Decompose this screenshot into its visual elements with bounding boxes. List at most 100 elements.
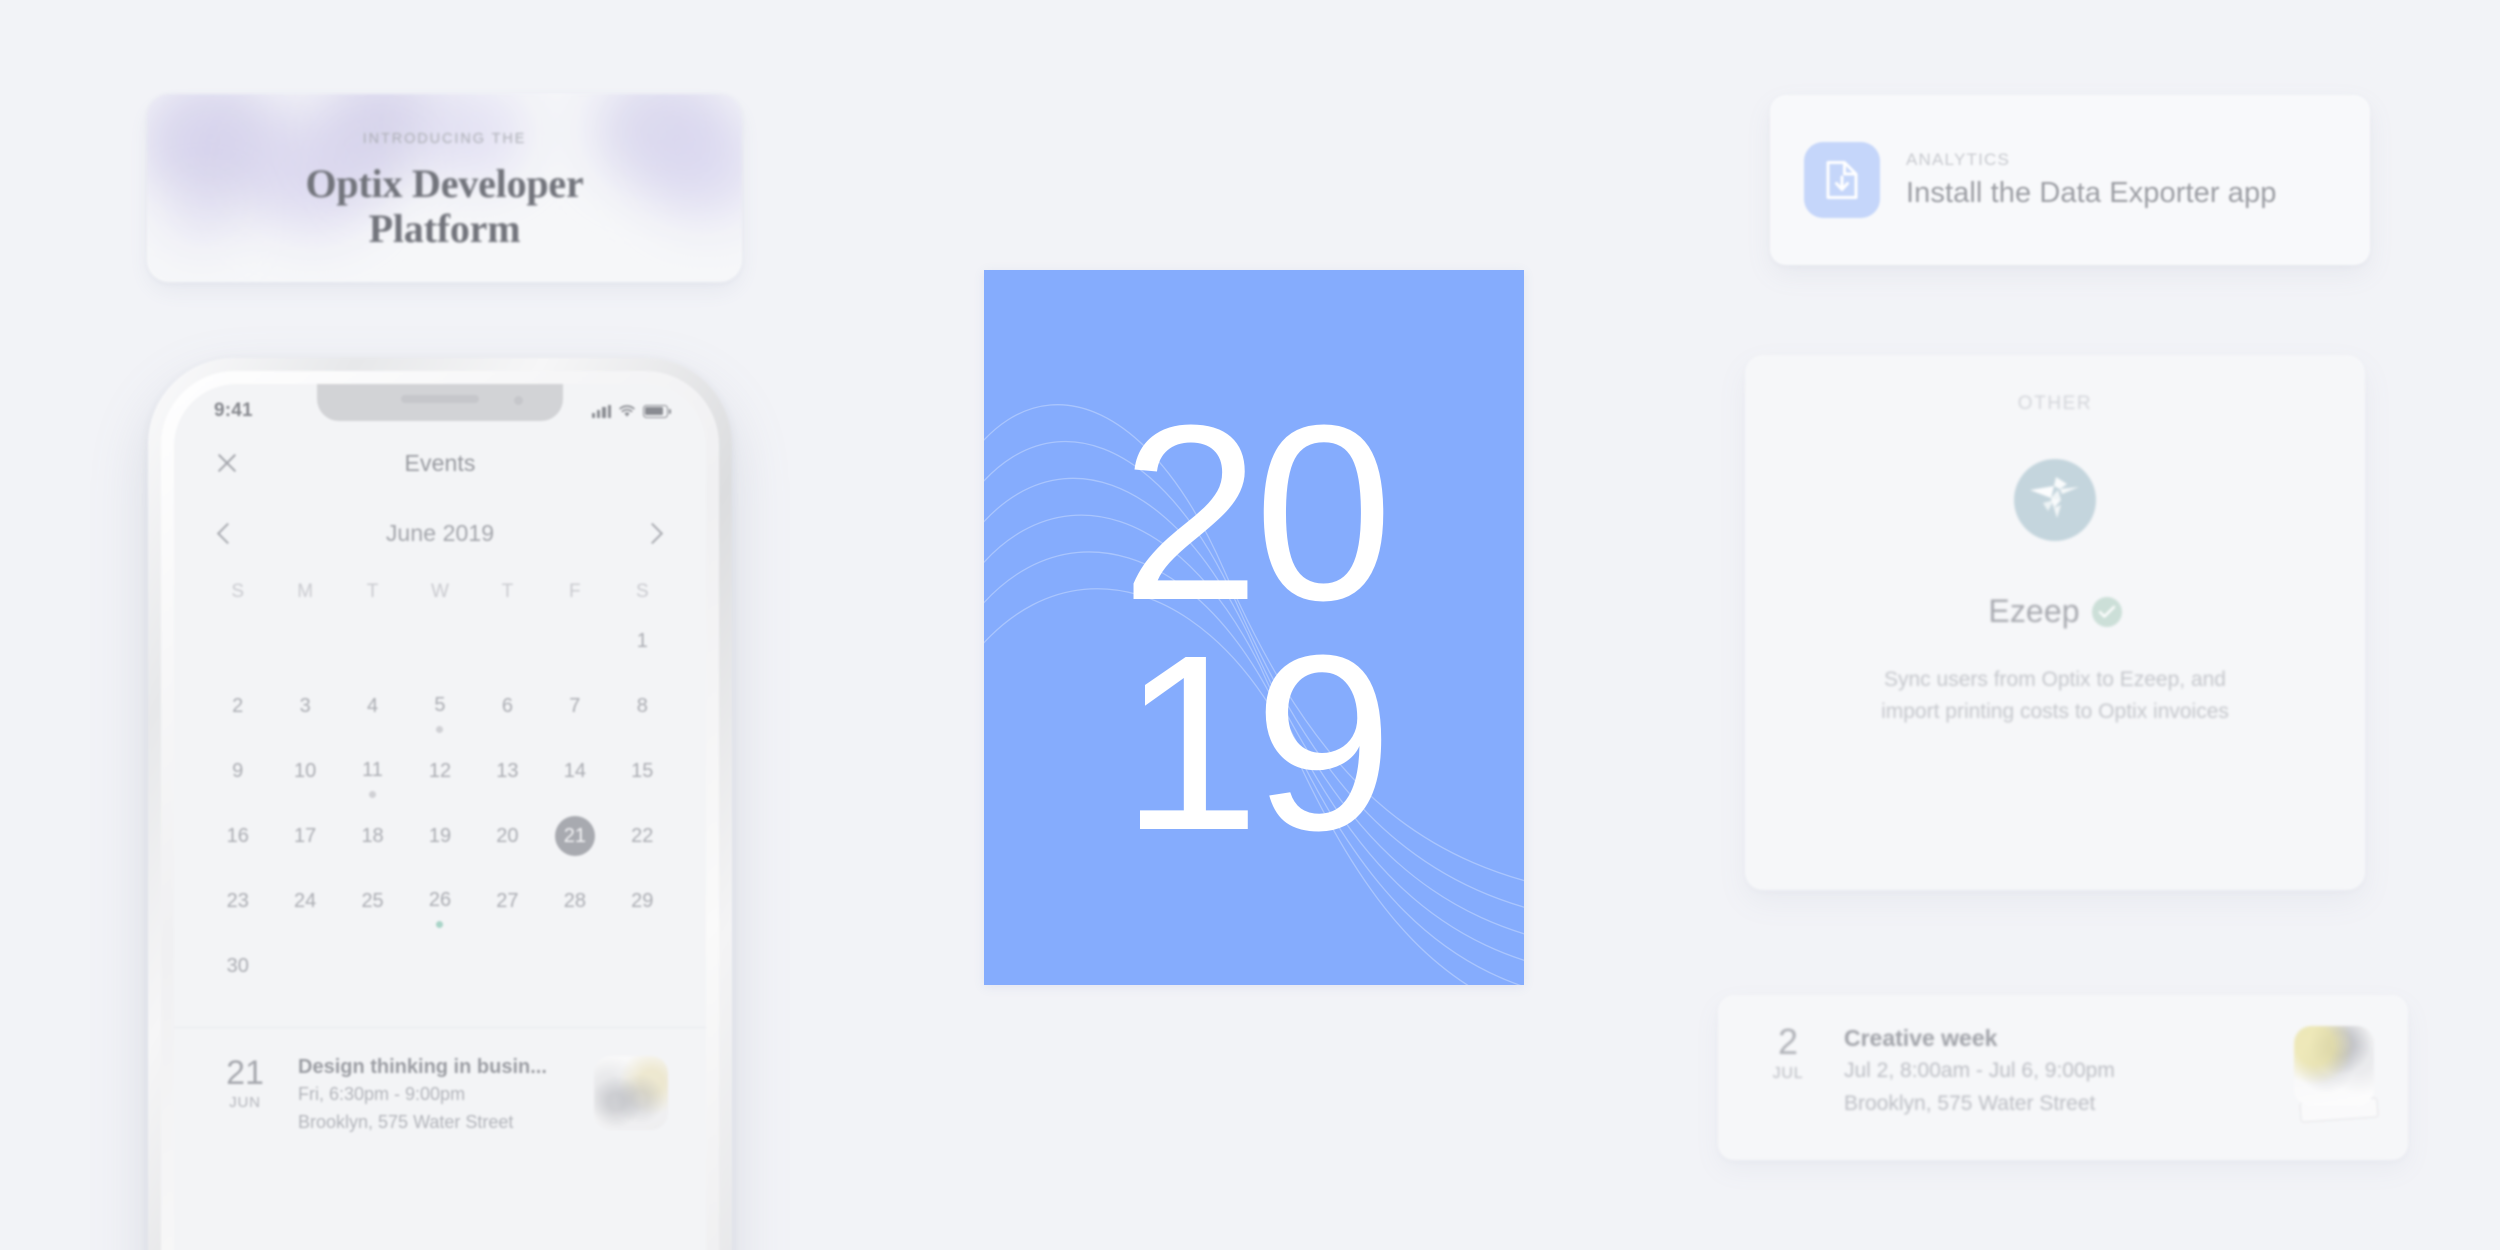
canvas: INTRODUCING THE Optix Developer Platform… xyxy=(0,0,2500,1250)
event-datebox: 2 JUL xyxy=(1752,1024,1824,1083)
calendar-day-empty xyxy=(271,946,338,993)
calendar-day-9[interactable]: 9 xyxy=(204,751,271,798)
weekday-label-0: S xyxy=(231,581,245,602)
calendar-day-empty xyxy=(474,946,541,993)
calendar-day-14[interactable]: 14 xyxy=(541,751,608,798)
calendar-day-13[interactable]: 13 xyxy=(474,751,541,798)
status-icons xyxy=(591,404,671,418)
ezeep-description: Sync users from Optix to Ezeep, and impo… xyxy=(1835,664,2275,728)
thumbnail-image xyxy=(2294,1026,2374,1106)
calendar-day-18[interactable]: 18 xyxy=(339,816,406,863)
status-time: 9:41 xyxy=(214,400,253,421)
calendar-day-number: 29 xyxy=(631,889,654,912)
calendar-day-16[interactable]: 16 xyxy=(204,816,271,863)
calendar-day-1[interactable]: 1 xyxy=(609,621,676,668)
calendar-day-30[interactable]: 30 xyxy=(204,946,271,993)
developer-platform-promo-card[interactable]: INTRODUCING THE Optix Developer Platform xyxy=(147,94,742,282)
calendar-day-25[interactable]: 25 xyxy=(339,881,406,928)
creative-week-event-card[interactable]: 2 JUL Creative week Jul 2, 8:00am - Jul … xyxy=(1718,995,2408,1160)
event-photo-thumbnail xyxy=(594,1056,668,1130)
calendar-day-empty xyxy=(609,946,676,993)
ezeep-integration-card[interactable]: OTHER Ezeep Sync users from Optix to Eze… xyxy=(1745,355,2365,890)
calendar-day-15[interactable]: 15 xyxy=(609,751,676,798)
event-month: JUN xyxy=(229,1094,261,1111)
calendar-day-number: 7 xyxy=(569,694,581,717)
calendar-day-24[interactable]: 24 xyxy=(271,881,338,928)
calendar-week-row: 16 17 18 19 20 21 22 xyxy=(174,816,706,863)
calendar-week-row: 23 24 25 26 27 28 29 xyxy=(174,881,706,928)
chevron-right-icon[interactable] xyxy=(641,522,664,545)
event-title: Creative week xyxy=(1844,1025,1998,1051)
calendar-day-number: 20 xyxy=(496,824,519,847)
calendar-day-3[interactable]: 3 xyxy=(271,686,338,733)
calendar-day-number: 14 xyxy=(563,759,586,782)
calendar-day-7[interactable]: 7 xyxy=(541,686,608,733)
calendar-day-29[interactable]: 29 xyxy=(609,881,676,928)
calendar-day-number: 25 xyxy=(361,889,384,912)
calendar-day-2[interactable]: 2 xyxy=(204,686,271,733)
document-download-icon xyxy=(1804,142,1880,218)
calendar-day-empty xyxy=(339,946,406,993)
calendar-day-number: 23 xyxy=(226,889,249,912)
calendar-day-number: 12 xyxy=(428,759,452,782)
month-label: June 2019 xyxy=(385,520,495,546)
calendar-day-number: 18 xyxy=(361,824,384,847)
calendar-day-20[interactable]: 20 xyxy=(474,816,541,863)
calendar-day-26[interactable]: 26 xyxy=(406,881,473,928)
calendar-day-17[interactable]: 17 xyxy=(271,816,338,863)
calendar-event-dot xyxy=(436,921,444,928)
calendar-day-number: 19 xyxy=(428,824,452,847)
calendar-day-selected: 21 xyxy=(554,816,595,856)
calendar-day-number: 4 xyxy=(367,694,379,717)
analytics-eyebrow: ANALYTICS xyxy=(1906,150,2011,169)
calendar-day-number: 5 xyxy=(434,693,446,716)
calendar-day-21[interactable]: 21 xyxy=(541,816,608,863)
origami-bird-icon xyxy=(2014,459,2096,541)
event-month: JUL xyxy=(1772,1065,1804,1082)
calendar-day-6[interactable]: 6 xyxy=(474,686,541,733)
calendar-day-empty xyxy=(541,946,608,993)
analytics-install-card[interactable]: ANALYTICS Install the Data Exporter app xyxy=(1770,95,2370,265)
calendar-day-22[interactable]: 22 xyxy=(609,816,676,863)
calendar-day-8[interactable]: 8 xyxy=(609,686,676,733)
calendar-event-dot xyxy=(369,791,377,798)
calendar-day-empty xyxy=(406,946,473,993)
calendar-day-5[interactable]: 5 xyxy=(406,686,473,733)
phone-mockup: 9:41 Events June 2019 S M T W T F S 1 2 … xyxy=(148,358,732,1250)
ezeep-description-line-1: Sync users from Optix to Ezeep, and xyxy=(1884,668,2226,691)
weekday-label-6: S xyxy=(635,581,649,602)
calendar-grid: 1 2 3 4 5 6 7 8 9 10 11 12 13 14 15 16 17 18 19 20 21 22 23 24 2… xyxy=(174,621,706,993)
phone-event-list-item[interactable]: 21 JUN Design thinking in busin... Fri, … xyxy=(174,1028,706,1135)
calendar-day-empty xyxy=(204,621,271,668)
analytics-text: ANALYTICS Install the Data Exporter app xyxy=(1906,150,2276,210)
battery-icon xyxy=(643,405,671,418)
event-details: Design thinking in busin... Fri, 6:30pm … xyxy=(284,1054,588,1135)
promo-title-line-1: Optix Developer xyxy=(305,160,584,206)
calendar-day-empty xyxy=(541,621,608,668)
event-place: Brooklyn, 575 Water Street xyxy=(298,1111,514,1132)
calendar-day-number: 17 xyxy=(294,824,317,847)
ezeep-description-line-2: import printing costs to Optix invoices xyxy=(1881,700,2229,724)
calendar-day-10[interactable]: 10 xyxy=(271,751,338,798)
calendar-week-row: 2 3 4 5 6 7 8 xyxy=(174,686,706,733)
event-details: Creative week Jul 2, 8:00am - Jul 6, 9:0… xyxy=(1828,1024,2290,1118)
calendar-day-4[interactable]: 4 xyxy=(339,686,406,733)
month-navigation: June 2019 xyxy=(174,494,706,557)
calendar-day-23[interactable]: 23 xyxy=(204,881,271,928)
chevron-left-icon[interactable] xyxy=(216,522,239,545)
year-top: 20 xyxy=(1120,372,1393,652)
calendar-day-number: 9 xyxy=(232,759,244,782)
event-day: 2 xyxy=(1777,1021,1799,1062)
calendar-day-19[interactable]: 19 xyxy=(406,816,473,863)
year-text: 20 19 xyxy=(984,270,1524,985)
event-place: Brooklyn, 575 Water Street xyxy=(1844,1091,2096,1115)
calendar-day-12[interactable]: 12 xyxy=(406,751,473,798)
calendar-day-number: 6 xyxy=(501,694,513,717)
event-datebox: 21 JUN xyxy=(212,1054,278,1111)
origami-bird-glyph xyxy=(2030,477,2079,518)
year-2019-panel: 20 19 xyxy=(984,270,1524,985)
weekday-label-5: F xyxy=(569,581,581,602)
calendar-day-27[interactable]: 27 xyxy=(474,881,541,928)
calendar-day-11[interactable]: 11 xyxy=(339,751,406,798)
calendar-day-28[interactable]: 28 xyxy=(541,881,608,928)
